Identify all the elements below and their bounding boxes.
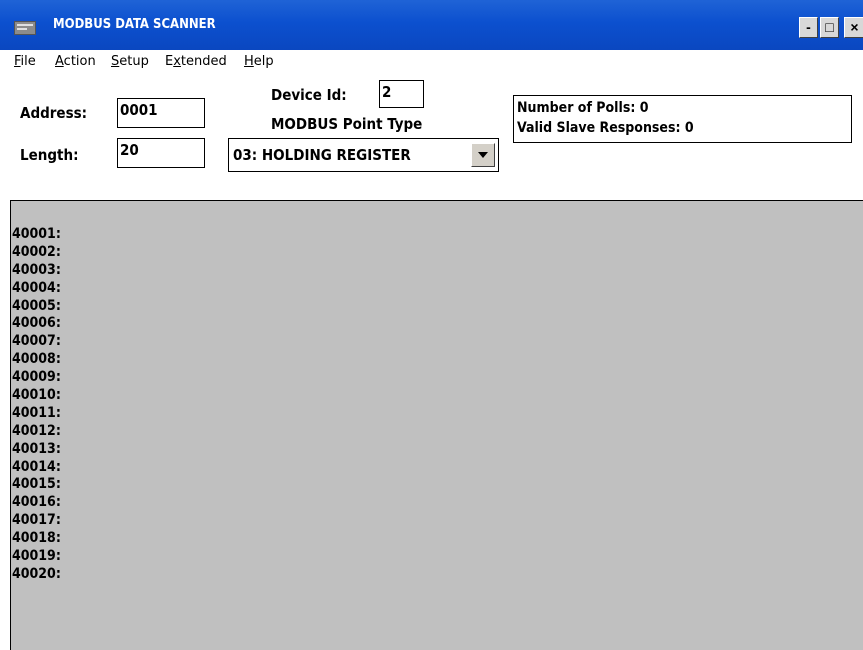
register-row: 40001: — [12, 226, 61, 242]
register-row: 40007: — [12, 333, 61, 350]
register-row: 40008: — [12, 351, 61, 368]
menu-action[interactable]: Action — [55, 54, 96, 69]
register-row: 40012: — [12, 422, 61, 439]
register-row: 40015: — [12, 476, 61, 493]
app-window: MODBUS DATA SCANNER - □ × File Action Se… — [0, 0, 863, 650]
register-row: 40017: — [12, 512, 61, 529]
address-field[interactable]: 0001 — [117, 98, 205, 128]
chevron-down-icon[interactable] — [471, 143, 495, 167]
register-row: 40002: — [12, 243, 61, 260]
register-row: 40006: — [12, 315, 61, 332]
app-icon[interactable] — [14, 21, 36, 35]
menu-help-label: elp — [253, 54, 274, 69]
register-data-panel[interactable]: 40001: 40002: 40003: 40004: 40005: 40006… — [10, 200, 863, 650]
close-button[interactable]: × — [844, 17, 863, 38]
device-id-label: Device Id: — [271, 86, 347, 104]
menu-file-label: ile — [20, 54, 36, 69]
register-row: 40016: — [12, 494, 61, 511]
minimize-button[interactable]: - — [799, 17, 818, 38]
register-list: 40001: 40002: 40003: 40004: 40005: 40006… — [12, 226, 61, 584]
register-row: 40005: — [12, 297, 61, 314]
status-panel: Number of Polls: 0 Valid Slave Responses… — [513, 95, 852, 143]
menu-setup[interactable]: Setup — [111, 54, 149, 69]
point-type-label: MODBUS Point Type — [271, 115, 423, 133]
register-row: 40019: — [12, 548, 61, 565]
menu-help[interactable]: Help — [244, 54, 274, 69]
register-row: 40010: — [12, 387, 61, 404]
menu-extended-label: tended — [180, 54, 227, 69]
device-id-field[interactable]: 2 — [379, 80, 424, 108]
polls-count: Number of Polls: 0 — [517, 100, 649, 116]
point-type-value: 03: HOLDING REGISTER — [233, 146, 411, 164]
length-label: Length: — [20, 146, 79, 164]
menu-extended-prefix: E — [165, 54, 174, 69]
menu-extended-accel: x — [173, 54, 181, 69]
address-label: Address: — [20, 104, 88, 122]
window-title: MODBUS DATA SCANNER — [53, 17, 216, 32]
register-row: 40011: — [12, 404, 61, 421]
register-row: 40004: — [12, 279, 61, 296]
register-row: 40009: — [12, 369, 61, 386]
menu-bar: File Action Setup Extended Help — [0, 50, 863, 74]
menu-action-accel: A — [55, 54, 64, 69]
register-row: 40003: — [12, 261, 61, 278]
menu-setup-label: etup — [119, 54, 149, 69]
title-bar[interactable]: MODBUS DATA SCANNER - □ × — [0, 0, 863, 50]
register-row: 40018: — [12, 530, 61, 547]
menu-file[interactable]: File — [14, 54, 36, 69]
length-field[interactable]: 20 — [117, 138, 205, 168]
menu-extended[interactable]: Extended — [165, 54, 227, 69]
register-row: 40020: — [12, 565, 61, 582]
menu-action-label: ction — [63, 54, 96, 69]
maximize-button[interactable]: □ — [820, 17, 839, 38]
point-type-select[interactable]: 03: HOLDING REGISTER — [228, 138, 499, 172]
register-row: 40013: — [12, 440, 61, 457]
valid-responses-count: Valid Slave Responses: 0 — [517, 120, 694, 136]
register-row: 40014: — [12, 458, 61, 475]
menu-help-accel: H — [244, 54, 254, 69]
